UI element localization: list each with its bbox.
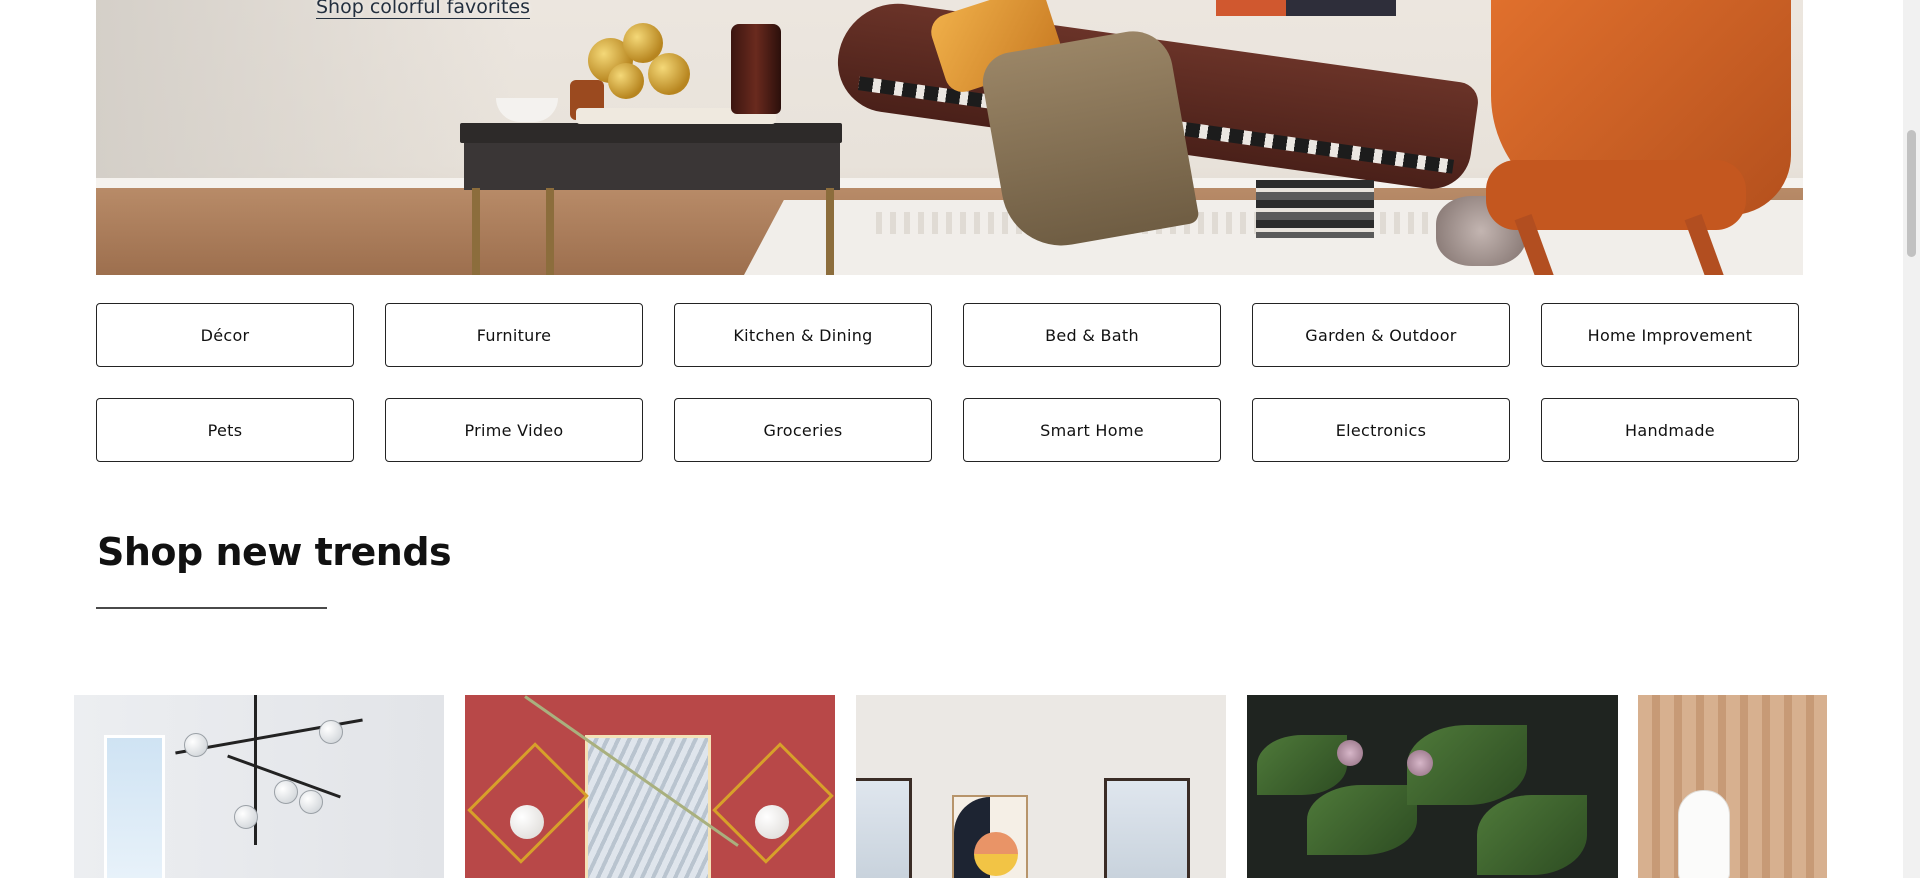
category-button-bed-bath[interactable]: Bed & Bath (963, 303, 1221, 367)
chandelier-bulb (299, 790, 323, 814)
trend-sconce-globe (510, 805, 544, 839)
hero-side-table-top (460, 123, 842, 143)
scrollbar-thumb[interactable] (1907, 130, 1916, 257)
page-scrollbar[interactable] (1903, 0, 1920, 878)
chandelier-bulb (234, 805, 258, 829)
trend-card-wall-art[interactable] (856, 695, 1226, 878)
chandelier-bulb (274, 780, 298, 804)
trend-window (104, 735, 165, 878)
hero-wall-art (1216, 0, 1396, 16)
category-button-furniture[interactable]: Furniture (385, 303, 643, 367)
hero-vase (731, 24, 781, 114)
category-button-garden-outdoor[interactable]: Garden & Outdoor (1252, 303, 1510, 367)
trend-lantern (1337, 740, 1363, 766)
trend-sconce-globe (755, 805, 789, 839)
trend-card-chandelier[interactable] (74, 695, 444, 878)
hero-table-leg (826, 188, 834, 275)
page: Shop colorful favorites Décor Furniture … (0, 0, 1920, 878)
category-button-handmade[interactable]: Handmade (1541, 398, 1799, 462)
trend-wall-art (952, 795, 1028, 878)
trend-vase (1678, 790, 1730, 878)
trend-card-slatted-wall[interactable] (1638, 695, 1827, 878)
category-button-electronics[interactable]: Electronics (1252, 398, 1510, 462)
trend-plant-leaf (1477, 795, 1587, 875)
category-button-grid: Décor Furniture Kitchen & Dining Bed & B… (96, 303, 1799, 462)
hero-table-leg (472, 188, 480, 275)
category-button-groceries[interactable]: Groceries (674, 398, 932, 462)
trend-sconce (712, 742, 834, 864)
hero-banner-image[interactable]: Shop colorful favorites (96, 0, 1803, 275)
trend-card-plants[interactable] (1247, 695, 1618, 878)
category-button-prime-video[interactable]: Prime Video (385, 398, 643, 462)
shop-colorful-favorites-link[interactable]: Shop colorful favorites (316, 0, 530, 19)
hero-table-leg (546, 188, 554, 275)
trend-plant-leaf (1257, 735, 1347, 795)
category-button-decor[interactable]: Décor (96, 303, 354, 367)
trend-lantern (1407, 750, 1433, 776)
category-button-pets[interactable]: Pets (96, 398, 354, 462)
trend-window (1104, 778, 1190, 878)
section-title: Shop new trends (97, 530, 452, 574)
hero-book-stack (1256, 180, 1374, 238)
section-title-underline (96, 607, 327, 609)
trend-window (856, 778, 912, 878)
chandelier-bulb (184, 733, 208, 757)
hero-gold-sculpture (578, 18, 698, 99)
trend-sconce (467, 742, 589, 864)
category-button-kitchen-dining[interactable]: Kitchen & Dining (674, 303, 932, 367)
trend-plant-leaf (1307, 785, 1417, 855)
trend-mirror (585, 735, 711, 878)
category-button-home-improvement[interactable]: Home Improvement (1541, 303, 1799, 367)
chandelier-bulb (319, 720, 343, 744)
category-button-smart-home[interactable]: Smart Home (963, 398, 1221, 462)
trend-card-mirror-sconces[interactable] (465, 695, 835, 878)
